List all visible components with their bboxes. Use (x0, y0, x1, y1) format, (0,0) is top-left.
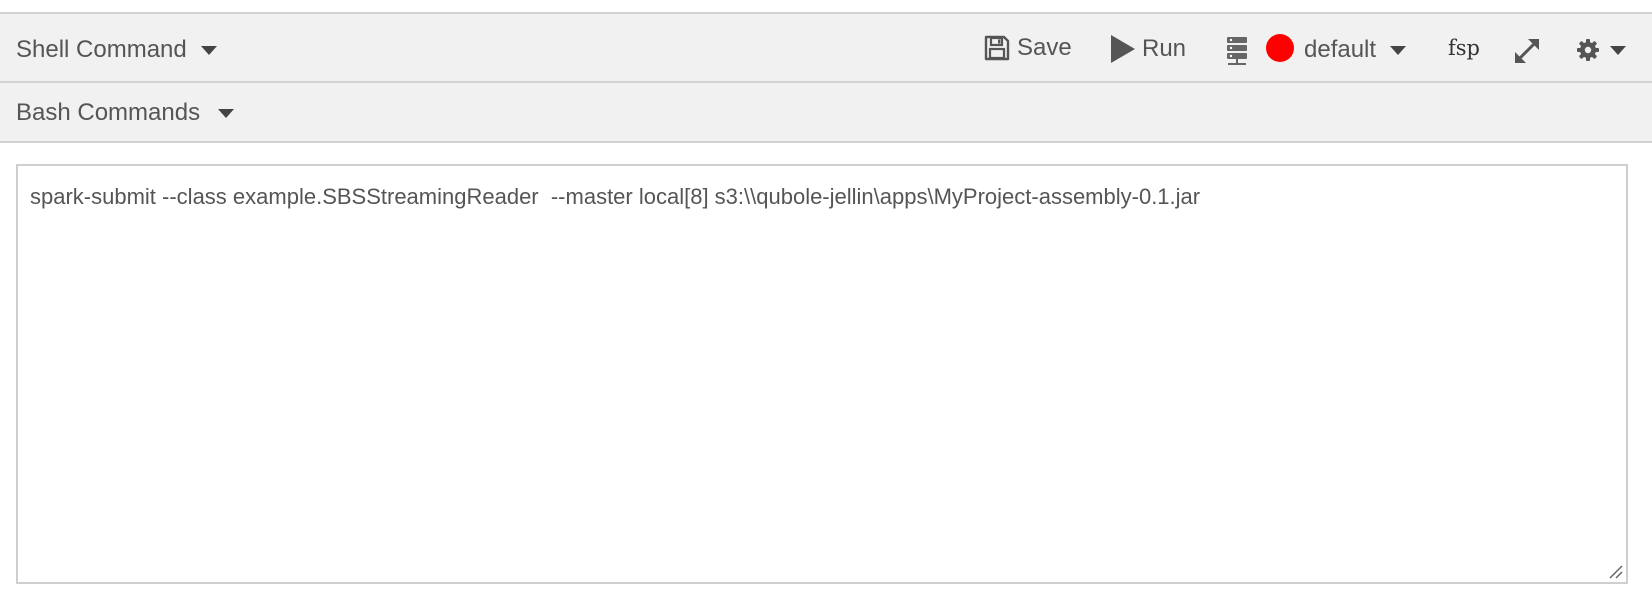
command-text[interactable]: spark-submit --class example.SBSStreamin… (30, 184, 1200, 210)
command-subtype-dropdown[interactable]: Bash Commands (16, 99, 235, 127)
top-spacer (0, 0, 1652, 12)
server-icon (1227, 37, 1247, 65)
command-subtype-bar: Bash Commands (0, 83, 1652, 143)
cluster-label: default (1304, 36, 1377, 63)
cluster-status-indicator (1266, 34, 1294, 62)
command-editor[interactable]: spark-submit --class example.SBSStreamin… (16, 164, 1628, 584)
composer-toolbar: Shell Command Save Run default fsp (0, 12, 1652, 83)
chevron-down-icon (218, 108, 235, 118)
chevron-down-icon (200, 45, 217, 55)
play-icon (1111, 35, 1135, 63)
run-button[interactable]: Run (1110, 34, 1186, 64)
command-type-dropdown[interactable]: Shell Command (16, 36, 217, 64)
resize-handle-icon[interactable] (1608, 564, 1624, 580)
floppy-disk-icon (984, 35, 1010, 61)
command-subtype-label: Bash Commands (16, 99, 201, 126)
fsp-button[interactable]: fsp (1448, 36, 1480, 60)
run-label: Run (1142, 35, 1187, 62)
chevron-down-icon (1390, 45, 1407, 55)
command-composer: Shell Command Save Run default fsp Bash … (0, 0, 1652, 614)
settings-dropdown[interactable] (1576, 38, 1626, 62)
expand-arrows-icon[interactable] (1512, 36, 1542, 66)
chevron-down-icon (1610, 45, 1626, 55)
cluster-dropdown[interactable]: default (1304, 36, 1407, 64)
command-type-label: Shell Command (16, 36, 187, 63)
save-button[interactable]: Save (983, 34, 1072, 62)
save-label: Save (1017, 34, 1072, 61)
gear-icon (1577, 39, 1599, 61)
